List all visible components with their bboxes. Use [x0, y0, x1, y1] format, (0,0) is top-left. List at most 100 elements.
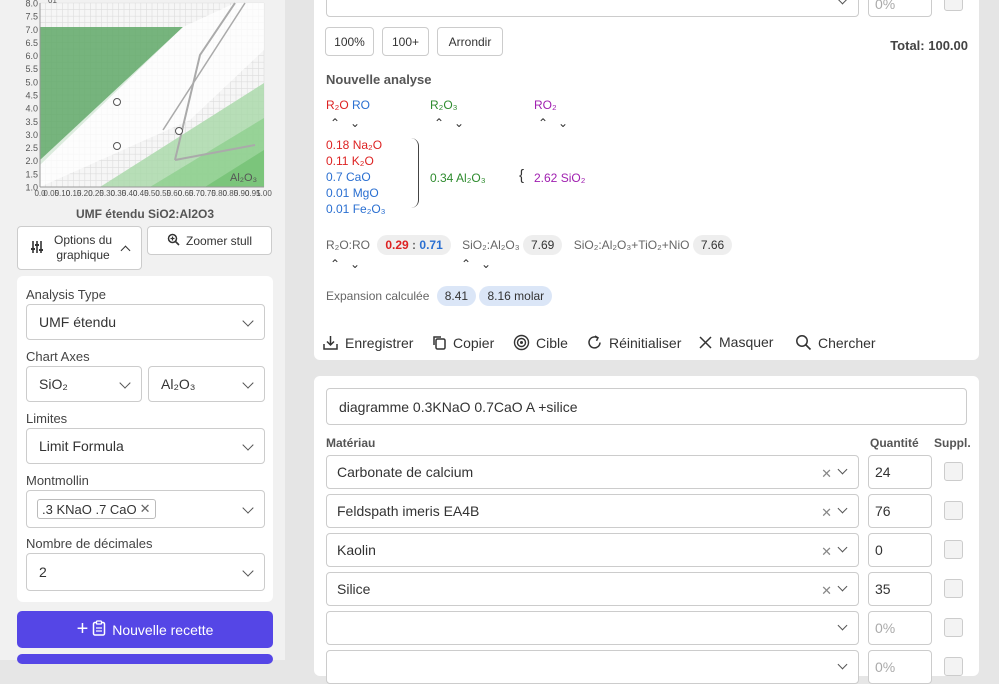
- hdr-ro: RO: [352, 98, 371, 112]
- btn-100-percent[interactable]: 100%: [325, 27, 374, 56]
- y-tick-label: 7.0: [25, 25, 38, 35]
- analysis-type-value: UMF étendu: [39, 314, 117, 330]
- suppl-checkbox-empty[interactable]: [944, 618, 963, 637]
- chart-options-label-1: Options du: [54, 233, 113, 247]
- data-point: [113, 98, 121, 106]
- copy-icon: [433, 336, 446, 350]
- montmollin-select[interactable]: .3 KNaO .7 CaO ✕: [26, 490, 265, 528]
- y-tick-label: 4.5: [25, 91, 38, 101]
- sort-arrows-r2o3[interactable]: ⌃⌄: [434, 116, 474, 130]
- y-axis-select[interactable]: Al₂O₃: [148, 366, 265, 402]
- x-axis-select[interactable]: SiO₂: [26, 366, 142, 402]
- qty-input[interactable]: 35: [868, 572, 932, 606]
- chevron-down-icon: [837, 0, 848, 4]
- expansion-value: 8.41: [436, 286, 477, 306]
- chart-options-button[interactable]: Options du graphique: [17, 226, 142, 270]
- ratio-ro: 0.71: [419, 238, 443, 252]
- sio2-value: 2.62 SiO₂: [534, 171, 586, 185]
- suppl-checkbox-top[interactable]: [944, 0, 963, 11]
- si-al-value: 7.69: [522, 235, 563, 255]
- clear-icon[interactable]: ✕: [821, 505, 832, 521]
- flux-oxide: 0.11 K₂O: [326, 154, 374, 168]
- clear-icon[interactable]: ✕: [821, 466, 832, 482]
- material-select[interactable]: Carbonate de calcium ✕: [326, 455, 859, 489]
- y-tick-label: 2.0: [25, 156, 38, 166]
- material-select[interactable]: Silice ✕: [326, 572, 859, 606]
- zoom-stull-label: Zoomer stull: [185, 233, 253, 248]
- limites-select[interactable]: Limit Formula: [26, 428, 265, 464]
- brace-left: {: [519, 167, 525, 184]
- material-name: Silice: [337, 581, 371, 597]
- y-tick-label: 5.5: [25, 64, 38, 74]
- flux-list: 0.18 Na₂O 0.11 K₂O 0.7 CaO 0.01 MgO 0.01 Fe₂…: [326, 137, 386, 217]
- qty-input-empty[interactable]: 0%: [868, 611, 932, 645]
- al2o3-value: 0.34 Al₂O₃: [430, 171, 486, 185]
- copy-action[interactable]: Copier: [431, 334, 494, 351]
- search-label: Chercher: [818, 334, 876, 351]
- flux-oxide: 0.7 CaO: [326, 170, 371, 184]
- chart-axes-label: Chart Axes: [26, 349, 90, 364]
- suppl-checkbox[interactable]: [944, 501, 963, 520]
- analysis-type-select[interactable]: UMF étendu: [26, 304, 265, 340]
- chart-title: UMF étendu SiO2:Al2O3: [75, 207, 215, 221]
- col-suppl: Suppl.: [934, 436, 971, 450]
- reset-icon: [588, 335, 601, 349]
- hide-action[interactable]: Masquer: [698, 334, 773, 350]
- y-tick-label: 8.0: [25, 0, 38, 9]
- y-tick-label: 4.0: [25, 104, 38, 114]
- y-tick-label: 3.0: [25, 130, 38, 140]
- material-select-empty[interactable]: [326, 611, 859, 645]
- ratio-pill: 0.29 : 0.71: [377, 235, 451, 255]
- chip-remove-icon[interactable]: ✕: [140, 501, 151, 517]
- recipe-name-input[interactable]: diagramme 0.3KNaO 0.7CaO A +silice: [326, 388, 967, 425]
- decimales-select[interactable]: 2: [26, 553, 265, 591]
- material-select[interactable]: Kaolin ✕: [326, 533, 859, 567]
- clear-icon[interactable]: ✕: [821, 544, 832, 560]
- qty-input[interactable]: 0: [868, 533, 932, 567]
- empty-qty-top[interactable]: 0%: [868, 0, 932, 17]
- sort-arrows-si-al[interactable]: ⌃⌄: [461, 257, 501, 271]
- chevron-down-icon: [837, 464, 848, 475]
- stull-chart: 8.0 7.5 7.0 6.5 6.0 5.5 5.0 4.5 4.0 3.5 3.0 2.5 2.0 1…: [0, 0, 285, 225]
- copy-label: Copier: [453, 334, 495, 351]
- zoom-icon: [167, 233, 180, 249]
- x-tick-label: 1.00: [256, 189, 272, 198]
- zoom-stull-button[interactable]: Zoomer stull: [147, 226, 272, 255]
- chevron-down-icon: [242, 377, 254, 389]
- plus-icon: +: [76, 618, 89, 640]
- clear-icon[interactable]: ✕: [821, 583, 832, 599]
- suppl-checkbox[interactable]: [944, 462, 963, 481]
- reset-label: Réinitialiser: [609, 334, 682, 351]
- hdr-flux: R₂O RO: [326, 97, 370, 113]
- material-select[interactable]: Feldspath imeris EA4B ✕: [326, 494, 859, 528]
- btn-round[interactable]: Arrondir: [437, 27, 503, 56]
- qty-input[interactable]: 24: [868, 455, 932, 489]
- suppl-checkbox[interactable]: [944, 579, 963, 598]
- y-tick-label: 7.5: [25, 12, 38, 22]
- recipe-name-value: diagramme 0.3KNaO 0.7CaO A +silice: [339, 398, 578, 415]
- sort-arrows-ratio[interactable]: ⌃⌄: [330, 257, 370, 271]
- save-action[interactable]: Enregistrer: [322, 334, 413, 351]
- chevron-down-icon: [837, 620, 848, 631]
- reset-action[interactable]: Réinitialiser: [586, 334, 681, 351]
- sort-arrows-flux[interactable]: ⌃⌄: [330, 116, 370, 130]
- new-recipe-button[interactable]: + Nouvelle recette: [17, 611, 273, 648]
- y-tick-label: 6.0: [25, 51, 38, 61]
- search-action[interactable]: Chercher: [795, 334, 876, 351]
- montmollin-chip: .3 KNaO .7 CaO ✕: [37, 499, 156, 519]
- x-axis-value: SiO₂: [39, 376, 68, 392]
- material-select-empty[interactable]: [326, 650, 859, 684]
- btn-100plus-label: 100+: [391, 34, 420, 49]
- btn-100-plus[interactable]: 100+: [382, 27, 429, 56]
- analysis-card: 0% 100% 100+ Arrondir Total: 100.00 Nouv…: [314, 0, 979, 360]
- secondary-purple-button[interactable]: [17, 654, 273, 664]
- limites-label: Limites: [26, 411, 68, 426]
- qty-input[interactable]: 76: [868, 494, 932, 528]
- hdr-ro2: RO₂: [534, 98, 557, 112]
- sort-arrows-ro2[interactable]: ⌃⌄: [538, 116, 578, 130]
- suppl-checkbox[interactable]: [944, 540, 963, 559]
- expansion-row: Expansion calculée 8.41 8.16 molar: [326, 286, 553, 306]
- qty-input-empty[interactable]: 0%: [868, 650, 932, 684]
- empty-material-select-top[interactable]: [326, 0, 859, 17]
- target-action[interactable]: Cible: [513, 334, 568, 351]
